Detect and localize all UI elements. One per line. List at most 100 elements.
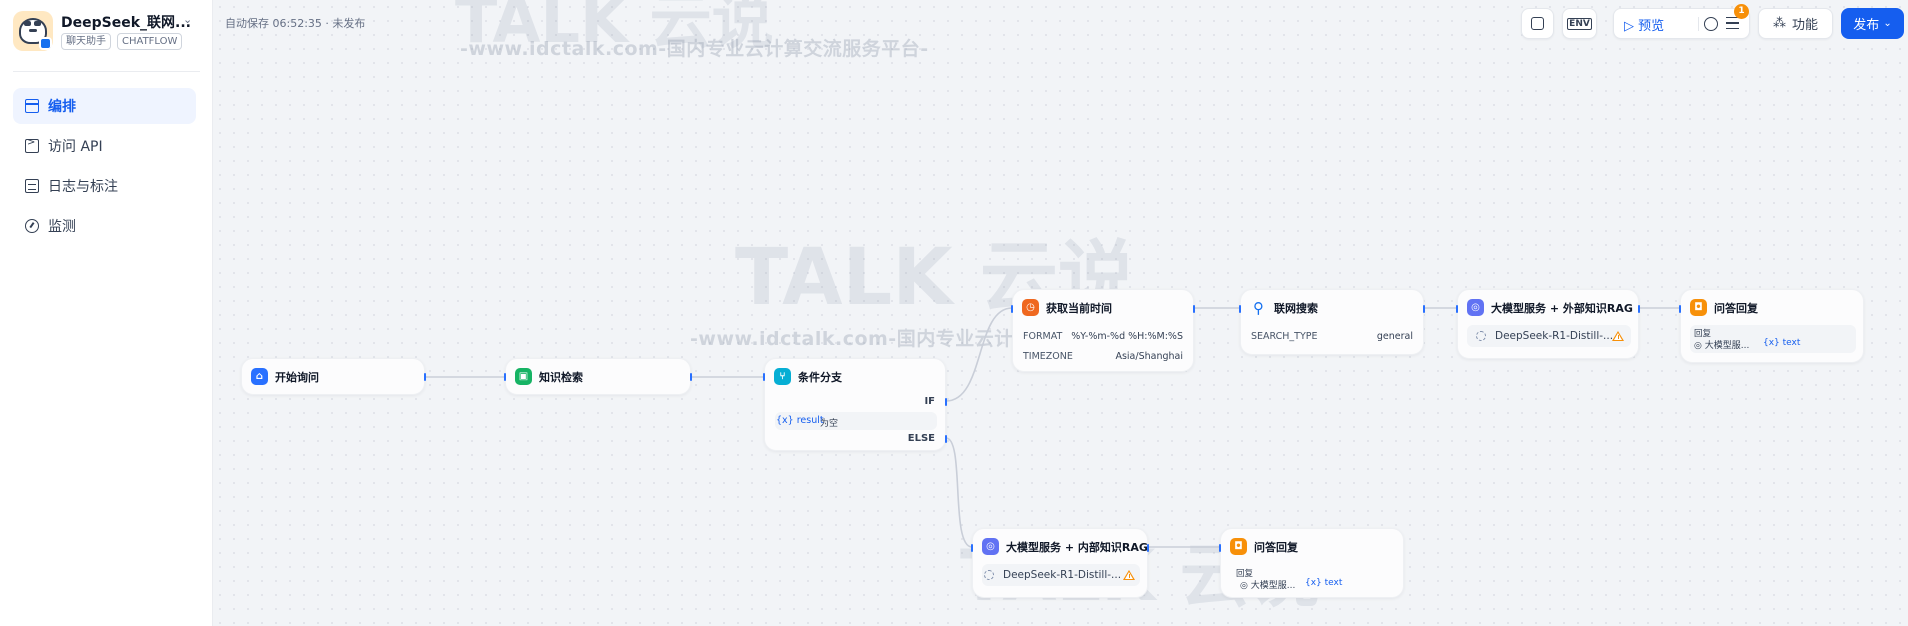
run-toolbar: ▷ 预览	[1613, 8, 1750, 39]
node-title: 大模型服务 + 内部知识RAG	[1006, 540, 1148, 554]
chevron-down-icon: ⌄	[1883, 18, 1892, 29]
node-title: 条件分支	[798, 370, 842, 384]
gauge-icon	[25, 219, 39, 233]
input-handle[interactable]	[1011, 305, 1013, 313]
notification-badge: 1	[1734, 4, 1749, 19]
model-icon	[1476, 331, 1486, 341]
app-tag-type: 聊天助手	[61, 33, 111, 50]
node-web-search[interactable]: ⚲ 联网搜索 SEARCH_TYPE general	[1239, 289, 1425, 355]
node-llm-internal-rag[interactable]: ◎ 大模型服务 + 内部知识RAG DeepSeek-R1-Distill-..…	[971, 528, 1149, 598]
output-handle[interactable]	[690, 373, 692, 381]
nav-item-label: 日志与标注	[48, 179, 118, 195]
history-icon	[1531, 17, 1544, 30]
autosave-status: 自动保存 06:52:35 · 未发布	[225, 17, 366, 30]
output-handle[interactable]	[1423, 305, 1425, 313]
answer-source: ◎ 大模型服...	[1694, 341, 1750, 351]
warning-icon	[1123, 570, 1135, 580]
app-tag-mode: CHATFLOW	[117, 33, 183, 50]
warning-icon	[1612, 331, 1624, 341]
timezone-key: TIMEZONE	[1023, 351, 1073, 362]
output-handle[interactable]	[1193, 305, 1195, 313]
node-ifelse[interactable]: ⑂ 条件分支 IF {x} result 为空 ELSE	[763, 358, 947, 451]
else-label: ELSE	[907, 433, 935, 444]
input-handle[interactable]	[763, 373, 765, 381]
output-handle[interactable]	[1638, 305, 1640, 313]
layout-icon	[25, 99, 39, 113]
input-handle[interactable]	[1456, 305, 1458, 313]
checklist-icon[interactable]	[1726, 17, 1739, 29]
node-title: 获取当前时间	[1046, 301, 1112, 315]
answer-source: ◎ 大模型服...	[1240, 581, 1296, 591]
nav-item-api[interactable]: 访问 API	[13, 128, 196, 164]
app-type-badge-icon	[39, 37, 52, 50]
node-title: 开始询问	[275, 370, 319, 384]
node-title: 知识检索	[539, 370, 583, 384]
format-value: %Y-%m-%d %H:%M:%S	[1071, 331, 1183, 342]
output-handle[interactable]	[1147, 544, 1149, 552]
preview-label: 预览	[1638, 19, 1665, 34]
llm-icon: ◎	[982, 538, 999, 555]
output-handle[interactable]	[424, 373, 426, 381]
condition-variable: {x} result	[776, 415, 824, 426]
node-title: 问答回复	[1714, 301, 1758, 315]
book-icon: ▣	[515, 368, 532, 385]
nav-item-label: 访问 API	[48, 139, 103, 155]
if-handle[interactable]	[945, 398, 947, 406]
publish-label: 发布	[1853, 18, 1880, 33]
node-answer-2[interactable]: ◘ 问答回复 回复 ◎ 大模型服... {x} text	[1219, 528, 1404, 598]
input-handle[interactable]	[971, 544, 973, 552]
input-handle[interactable]	[1219, 544, 1221, 552]
model-icon	[984, 570, 994, 580]
input-handle[interactable]	[504, 373, 506, 381]
nav-item-orchestrate[interactable]: 编排	[13, 88, 196, 124]
search-type-value: general	[1376, 331, 1413, 342]
nav-item-label: 监测	[48, 219, 76, 235]
log-icon	[25, 179, 39, 193]
app-avatar	[13, 11, 53, 51]
answer-source-text: 大模型服...	[1250, 581, 1296, 591]
else-handle[interactable]	[945, 435, 947, 443]
node-llm-external-rag[interactable]: ◎ 大模型服务 + 外部知识RAG DeepSeek-R1-Distill-..…	[1456, 289, 1640, 359]
answer-variable: {x} text	[1763, 338, 1801, 348]
preview-button[interactable]: ▷ 预览	[1624, 15, 1664, 34]
node-knowledge[interactable]: ▣ 知识检索	[504, 358, 692, 395]
timezone-value: Asia/Shanghai	[1115, 351, 1183, 362]
input-handle[interactable]	[1679, 305, 1681, 313]
nav-item-monitor[interactable]: 监测	[13, 208, 196, 244]
branch-icon: ⑂	[774, 368, 791, 385]
run-history-icon[interactable]	[1704, 17, 1718, 31]
nav-item-logs[interactable]: 日志与标注	[13, 168, 196, 204]
chevron-down-icon[interactable]: ⌄	[183, 13, 192, 26]
nav-item-label: 编排	[48, 99, 76, 115]
app-header[interactable]: DeepSeek_联网... ⌄ 聊天助手 CHATFLOW	[13, 11, 203, 55]
env-button[interactable]: ENV	[1562, 8, 1597, 39]
node-title: 问答回复	[1254, 540, 1298, 554]
publish-button[interactable]: 发布 ⌄	[1841, 8, 1904, 39]
play-icon: ▷	[1624, 19, 1639, 34]
search-icon: ⚲	[1253, 298, 1264, 317]
node-current-time[interactable]: ◷ 获取当前时间 FORMAT %Y-%m-%d %H:%M:%S TIMEZO…	[1011, 289, 1195, 372]
answer-icon: ◘	[1230, 538, 1247, 555]
terminal-icon	[25, 137, 39, 153]
home-icon: ⌂	[251, 368, 268, 385]
model-name: DeepSeek-R1-Distill-...	[1495, 330, 1614, 342]
features-button[interactable]: ⁂ 功能	[1758, 8, 1833, 39]
features-icon: ⁂	[1772, 16, 1786, 31]
node-start[interactable]: ⌂ 开始询问	[241, 358, 426, 395]
model-name: DeepSeek-R1-Distill-...	[1003, 569, 1122, 581]
answer-source-text: 大模型服...	[1704, 341, 1750, 351]
divider	[13, 71, 200, 72]
search-type-key: SEARCH_TYPE	[1251, 331, 1318, 342]
if-label: IF	[924, 396, 935, 407]
app-name: DeepSeek_联网...	[61, 15, 191, 31]
history-button[interactable]	[1521, 8, 1554, 39]
condition-operator: 为空	[820, 419, 839, 429]
clock-icon: ◷	[1022, 299, 1039, 316]
format-key: FORMAT	[1023, 331, 1063, 342]
input-handle[interactable]	[1239, 305, 1241, 313]
watermark-text: -www.idctalk.com-国内专业云计算交流服务平台-	[460, 38, 929, 60]
answer-variable: {x} text	[1305, 578, 1343, 588]
env-icon: ENV	[1567, 17, 1592, 30]
node-answer-1[interactable]: ◘ 问答回复 回复 ◎ 大模型服... {x} text	[1679, 289, 1864, 363]
features-label: 功能	[1791, 18, 1818, 33]
